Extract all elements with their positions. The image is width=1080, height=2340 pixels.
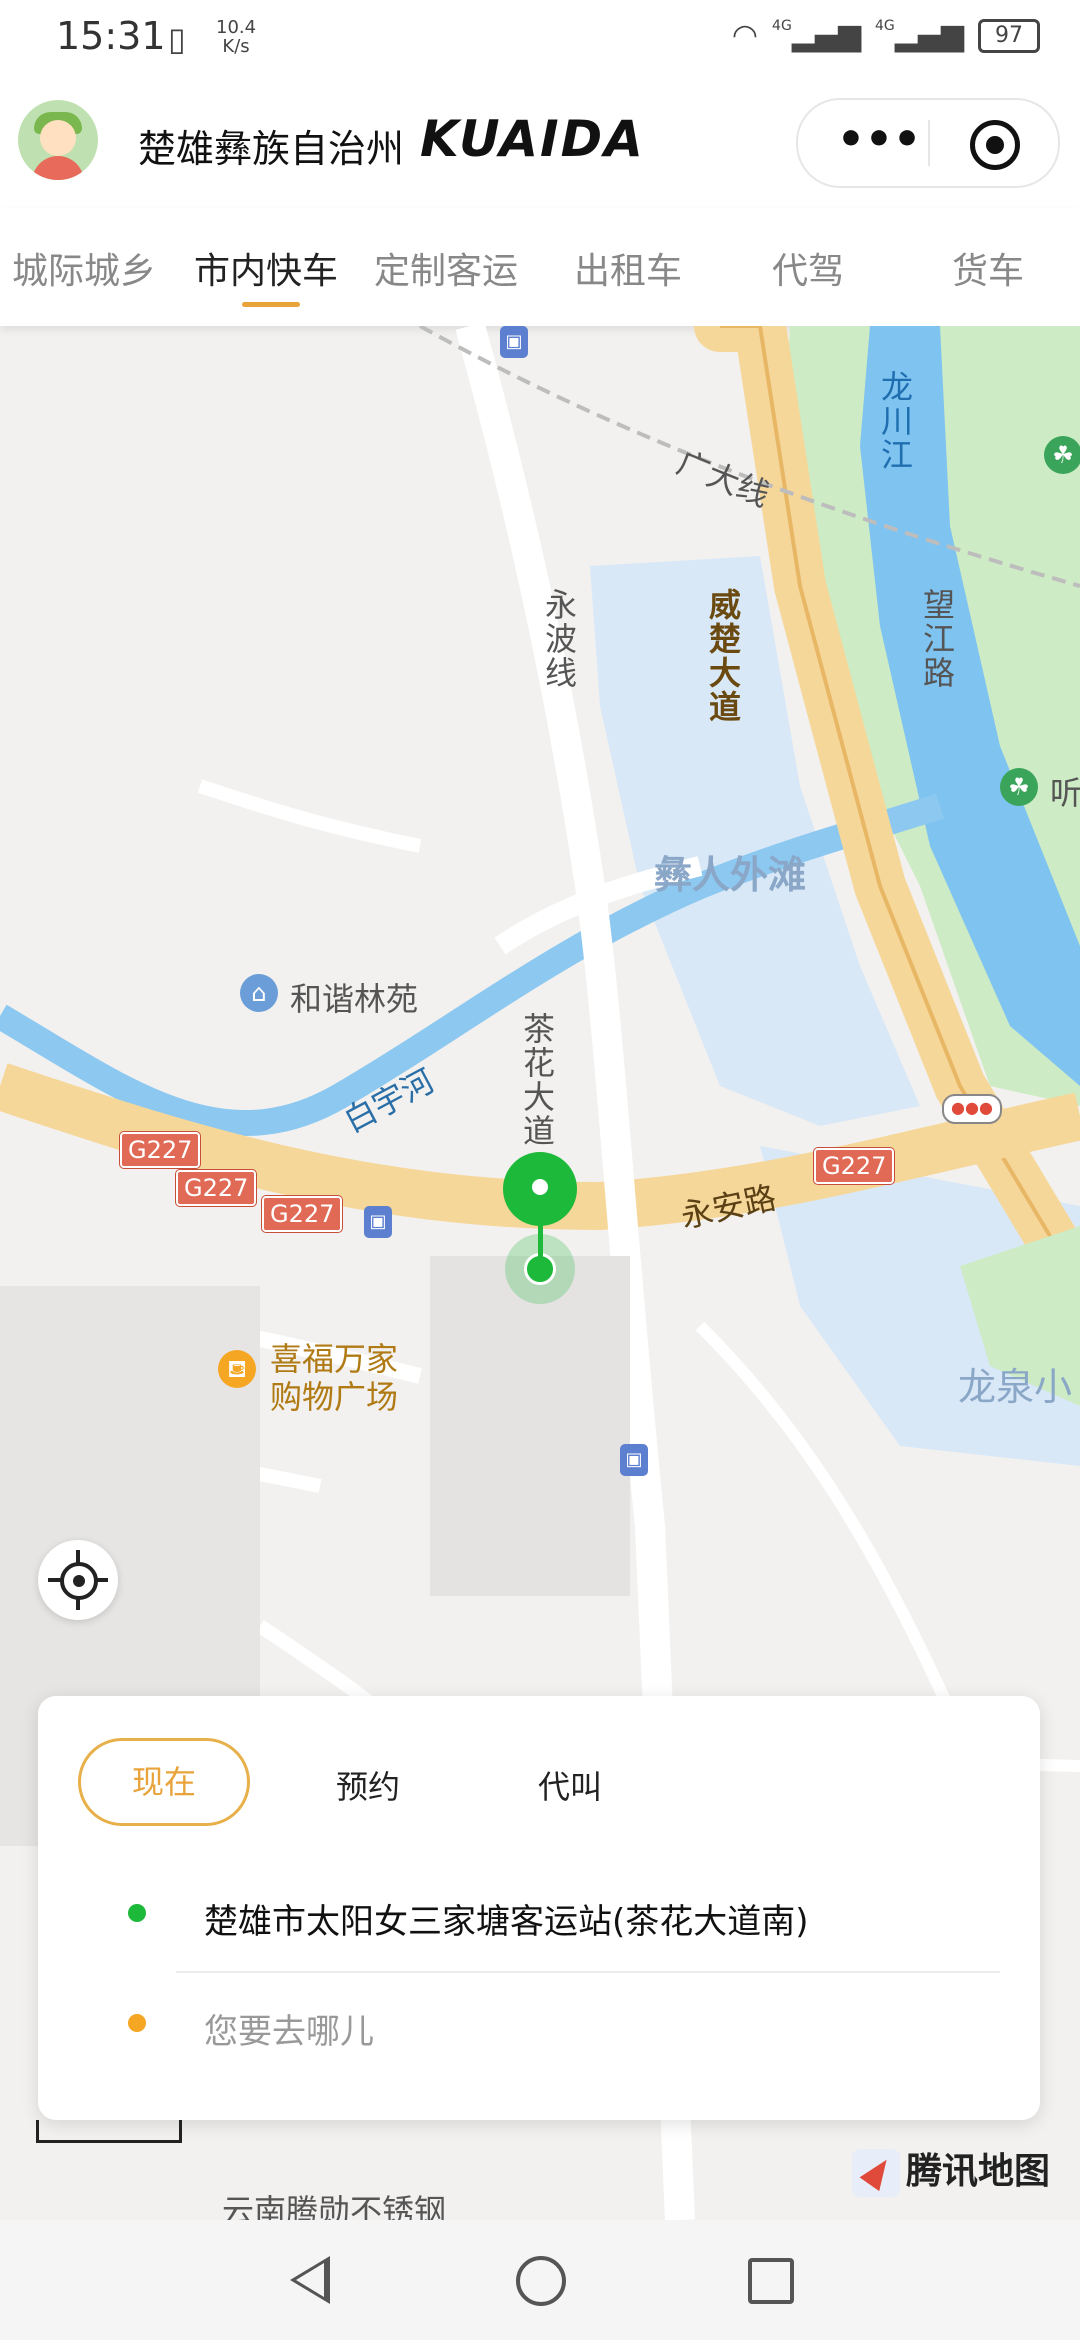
back-icon[interactable] — [290, 2256, 330, 2304]
park-icon: ☘ — [1044, 436, 1080, 474]
system-nav-bar — [0, 2220, 1080, 2340]
pickup-address: 楚雄市太阳女三家塘客运站(茶花大道南) — [204, 1902, 809, 1942]
booking-card: 现在 预约 代叫 楚雄市太阳女三家塘客运站(茶花大道南) 您要去哪儿 — [38, 1696, 1040, 2120]
bus-stop-icon: ▣ — [500, 326, 528, 358]
map-label-longquan: 龙泉小 — [958, 1365, 1073, 1409]
locate-icon — [60, 1562, 98, 1600]
tab-designated-driver[interactable]: 代驾 — [772, 242, 844, 294]
capsule-divider — [928, 120, 930, 166]
tab-city-express[interactable]: 市内快车 — [194, 242, 338, 294]
map-label-hexie: 和谐林苑 — [290, 980, 419, 1018]
tab-intercity[interactable]: 城际城乡 — [12, 242, 156, 294]
map-label-weichu: 威楚大道 — [704, 588, 742, 724]
locate-tick — [76, 1596, 80, 1610]
status-bar: 15:31 ▯ 10.4 K/s ◠ 4G▂▄▆ 4G▂▄▆ 97 — [0, 0, 1080, 78]
highway-shield: G227 — [262, 1196, 343, 1232]
map-label-yiren: 彝人外滩 — [654, 853, 807, 897]
shopping-icon: ⛾ — [218, 1350, 256, 1388]
signal-icon: 4G▂▄▆ — [772, 18, 862, 53]
pickup-row[interactable]: 楚雄市太阳女三家塘客运站(茶花大道南) — [38, 1868, 1040, 1968]
active-tab-indicator — [242, 302, 300, 307]
pickup-pin-stem — [538, 1224, 543, 1268]
highway-shield: G227 — [814, 1148, 895, 1184]
residence-icon: ⌂ — [240, 974, 278, 1012]
destination-placeholder: 您要去哪儿 — [204, 2012, 374, 2052]
destination-row[interactable]: 您要去哪儿 — [38, 1982, 1040, 2082]
mode-now-button[interactable]: 现在 — [78, 1738, 250, 1826]
wifi-icon: ◠ — [731, 18, 759, 53]
avatar[interactable] — [18, 100, 98, 180]
highway-shield: G227 — [120, 1132, 201, 1168]
pickup-dot-icon — [128, 1904, 146, 1922]
map-label-wangjiang: 望江路 — [918, 588, 956, 690]
locate-tick — [76, 1550, 80, 1564]
locate-button[interactable] — [38, 1540, 118, 1620]
network-speed: 10.4 K/s — [216, 17, 257, 57]
more-dots-icon[interactable]: ••• — [834, 100, 924, 186]
map-provider-logo: 腾讯地图 — [852, 2142, 1050, 2197]
recent-apps-icon[interactable] — [748, 2258, 794, 2304]
bus-stop-icon: ▣ — [620, 1444, 648, 1476]
destination-dot-icon — [128, 2014, 146, 2032]
avatar-face — [40, 120, 76, 156]
battery-icon: 97 — [978, 18, 1040, 53]
tab-truck[interactable]: 货车 — [952, 242, 1024, 294]
mode-reserve-button[interactable]: 预约 — [336, 1762, 400, 1808]
target-icon[interactable] — [970, 120, 1020, 170]
map-label-yongbo: 永波线 — [540, 588, 578, 690]
map-scale-bar — [36, 2120, 182, 2143]
map-label-ting: 听 — [1050, 774, 1080, 812]
map-label-longchuan: 龙川江 — [876, 370, 914, 472]
compass-logo-icon — [852, 2149, 900, 2197]
mode-call-for-other-button[interactable]: 代叫 — [538, 1762, 602, 1808]
map-label-xingfu-2: 购物广场 — [270, 1378, 399, 1416]
locate-tick — [94, 1578, 108, 1582]
city-title[interactable]: 楚雄彝族自治州 — [138, 118, 404, 173]
address-divider — [176, 1971, 1000, 1973]
service-tabs: 城际城乡 市内快车 定制客运 出租车 代驾 货车 — [0, 208, 1080, 326]
park-icon: ☘ — [1000, 768, 1038, 806]
home-icon[interactable] — [516, 2256, 566, 2306]
locate-tick — [48, 1578, 62, 1582]
status-time: 15:31 — [56, 14, 166, 58]
avatar-body — [32, 156, 84, 180]
miniapp-capsule: ••• — [796, 98, 1060, 188]
pickup-pin-icon[interactable] — [503, 1152, 577, 1226]
app-header: 楚雄彝族自治州 KUAIDA ••• — [0, 78, 1080, 208]
map-label-chahua: 茶花大道 — [518, 1012, 556, 1148]
bus-stop-icon: ▣ — [364, 1206, 392, 1238]
vibrate-icon: ▯ — [168, 20, 186, 58]
signal-icon: 4G▂▄▆ — [875, 18, 964, 53]
tab-taxi[interactable]: 出租车 — [574, 242, 682, 294]
tab-custom-transit[interactable]: 定制客运 — [374, 242, 518, 294]
traffic-light-icon: ●●● — [942, 1094, 1002, 1124]
brand-logo: KUAIDA — [420, 110, 645, 168]
status-icons: ◠ 4G▂▄▆ 4G▂▄▆ 97 — [732, 18, 1040, 53]
highway-shield: G227 — [176, 1170, 257, 1206]
